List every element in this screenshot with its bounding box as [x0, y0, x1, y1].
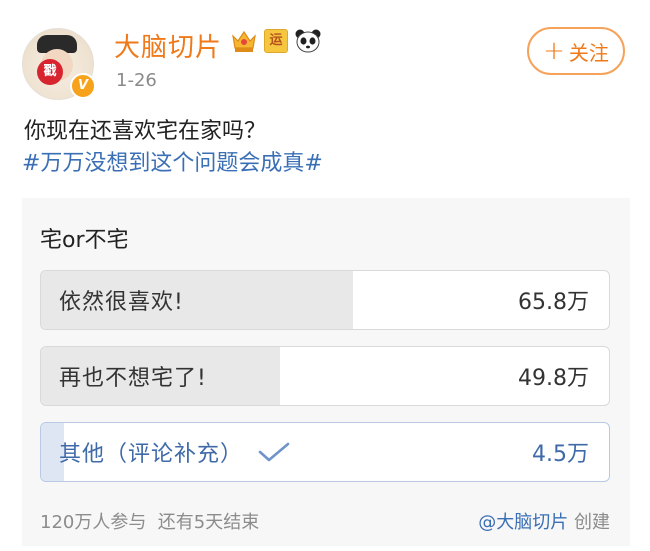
poll-option-label: 其他（评论补充）	[59, 423, 291, 481]
post-date: 1-26	[116, 70, 157, 91]
verified-badge-icon: V	[70, 73, 96, 99]
avatar-seal: 戳	[37, 59, 63, 85]
poll-option-selected[interactable]: 其他（评论补充） 4.5万	[40, 422, 610, 482]
plus-icon: +	[543, 36, 565, 66]
post-header: 戳 V 大脑切片 运 1-26 + 关注	[0, 0, 650, 110]
user-badges: 运	[230, 27, 322, 55]
post-text: 你现在还喜欢宅在家吗？	[24, 119, 267, 144]
follow-label: 关注	[568, 40, 609, 65]
poll-title: 宅or不宅	[40, 228, 129, 253]
crown-icon	[232, 30, 256, 52]
poll-option-label-text: 其他（评论补充）	[59, 442, 244, 467]
poll-card: 宅or不宅 依然很喜欢! 65.8万 再也不想宅了! 49.8万 其他（评论补充…	[22, 198, 630, 546]
poll-option-count: 65.8万	[518, 290, 589, 315]
follow-button[interactable]: + 关注	[527, 27, 625, 75]
poll-creator-line: @大脑切片 创建	[478, 508, 610, 534]
checkmark-icon	[258, 442, 290, 462]
hashtag-link[interactable]: #万万没想到这个问题会成真#	[22, 148, 323, 180]
poll-option-count: 4.5万	[532, 442, 589, 467]
poll-creator-link[interactable]: @大脑切片	[478, 512, 568, 533]
poll-footer: 120万人参与 还有5天结束 @大脑切片 创建	[40, 508, 610, 534]
poll-participation: 120万人参与 还有5天结束	[40, 512, 260, 533]
poll-option-label: 再也不想宅了!	[59, 366, 207, 391]
poll-created-label: 创建	[568, 512, 610, 533]
poll-option-label: 依然很喜欢!	[59, 290, 184, 315]
luck-badge-icon: 运	[264, 29, 288, 53]
poll-option[interactable]: 依然很喜欢! 65.8万	[40, 270, 610, 330]
username[interactable]: 大脑切片	[114, 27, 222, 64]
panda-icon	[295, 29, 321, 53]
poll-option-count: 49.8万	[518, 366, 589, 391]
poll-option[interactable]: 再也不想宅了! 49.8万	[40, 346, 610, 406]
